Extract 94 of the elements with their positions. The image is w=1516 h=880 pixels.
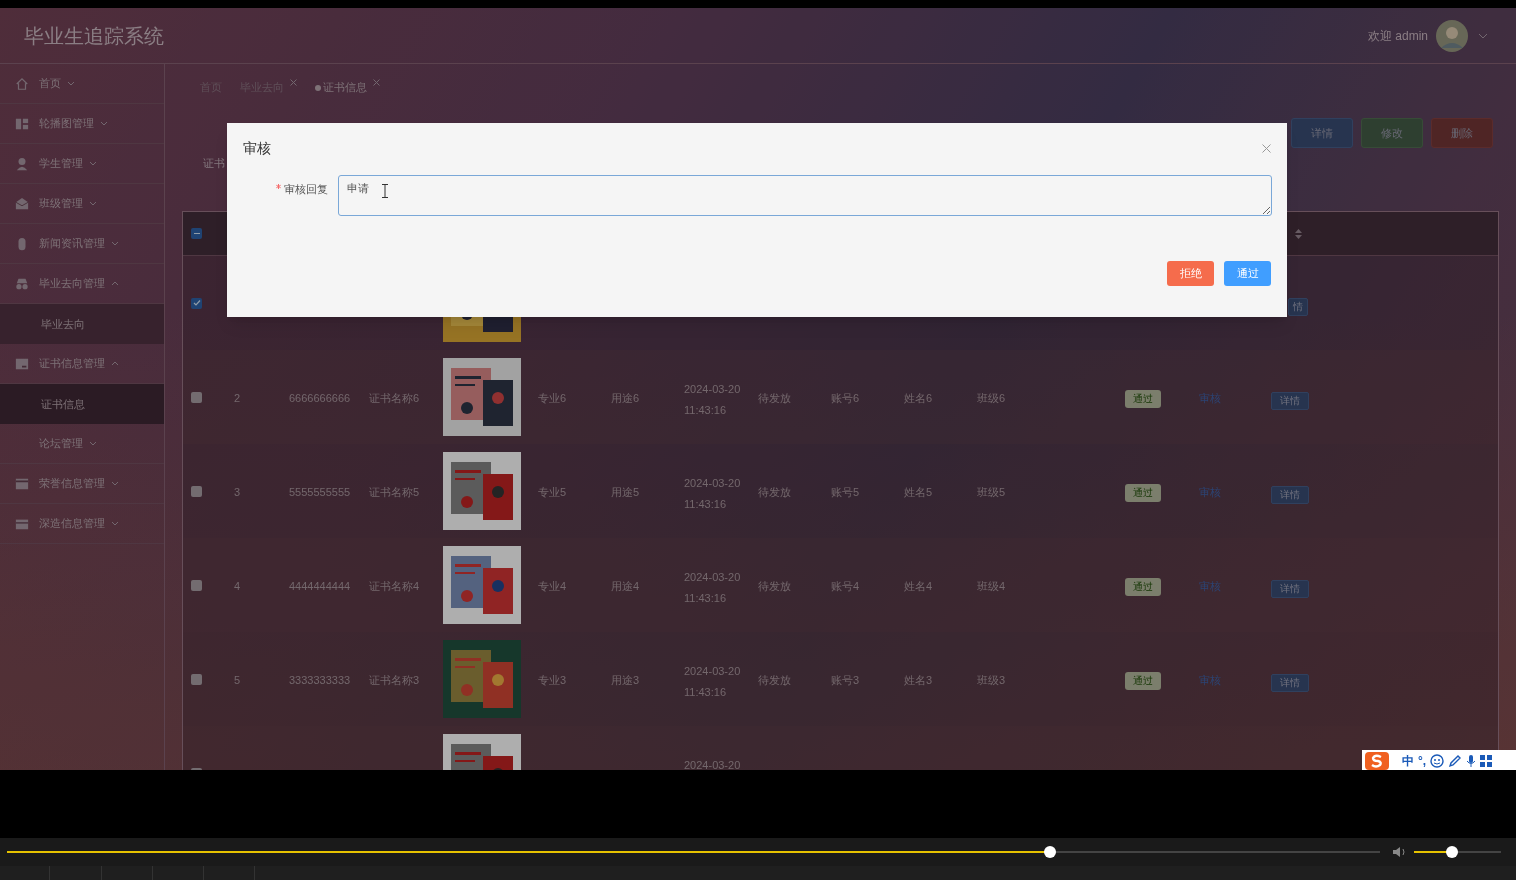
smiley-icon[interactable] — [1430, 754, 1445, 768]
sidebar-item[interactable]: 荣誉信息管理 — [0, 464, 164, 504]
search-label: 证书 — [203, 155, 225, 171]
sidebar-item[interactable]: 轮播图管理 — [0, 104, 164, 144]
table-cell: 6666666666 — [289, 392, 351, 404]
table-cell: 待发放 — [758, 580, 791, 592]
toolbar-button[interactable]: 删除 — [1431, 118, 1493, 148]
toolbar-button[interactable]: 修改 — [1361, 118, 1423, 148]
table-cell-text: 11:43:16 — [684, 590, 727, 606]
table-cell: 姓名4 — [904, 580, 933, 592]
sidebar-subitem[interactable]: 毕业去向 — [0, 304, 164, 344]
grid-icon[interactable] — [1480, 755, 1493, 767]
detail-button[interactable]: 详情 — [1271, 485, 1309, 504]
review-link[interactable]: 审核 — [1199, 486, 1221, 498]
table-cell: 用途5 — [611, 486, 640, 498]
sidebar-item[interactable]: 首页 — [0, 64, 164, 104]
volume-track[interactable] — [1414, 846, 1501, 858]
review-link[interactable]: 审核 — [1199, 392, 1221, 404]
table-cell: 用途6 — [611, 392, 640, 404]
table-cell: 待发放 — [758, 486, 791, 498]
sidebar-item[interactable]: 论坛管理 — [0, 424, 164, 464]
row-checkbox[interactable] — [191, 579, 202, 591]
table-cell-text: 11:43:16 — [684, 402, 727, 418]
incognito-icon — [15, 276, 29, 291]
table-cell-text: 2024-03-20 — [684, 758, 742, 770]
dialog-title: 审核 — [243, 138, 271, 158]
close-icon[interactable] — [1262, 143, 1271, 153]
row-checkbox[interactable] — [191, 297, 202, 309]
table-cell: 2 — [234, 392, 241, 404]
status-tag: 通过 — [1125, 578, 1161, 596]
table-cell: 待发放 — [758, 392, 791, 404]
sort-icon[interactable] — [1295, 228, 1302, 239]
progress-handle[interactable] — [1044, 846, 1057, 858]
table-cell: 4444444444 — [289, 580, 351, 592]
status-tag: 通过 — [1125, 672, 1161, 690]
reply-field[interactable]: 申请 — [338, 175, 1272, 216]
table-cell: 4 — [234, 580, 241, 592]
table-cell: 姓名3 — [904, 674, 933, 686]
dialog-button[interactable]: 拒绝 — [1167, 261, 1214, 286]
chevron-down-icon[interactable] — [1478, 32, 1488, 39]
sidebar-subitem[interactable]: 证书信息 — [0, 384, 164, 424]
volume-icon[interactable] — [1392, 846, 1408, 858]
detail-button[interactable]: 详情 — [1271, 673, 1309, 692]
ime-button[interactable]: 中 — [1402, 752, 1414, 770]
card-icon — [15, 476, 29, 491]
microphone-icon[interactable] — [1466, 754, 1477, 768]
avatar[interactable] — [1436, 19, 1468, 52]
card-icon — [15, 356, 29, 371]
table-cell: 专业3 — [538, 674, 567, 686]
table-cell: 5 — [234, 674, 241, 686]
pen-icon[interactable] — [1448, 754, 1463, 768]
detail-button[interactable]: 详情 — [1271, 579, 1309, 598]
user-icon — [15, 156, 29, 171]
table-cell-text: 11:43:16 — [684, 684, 727, 700]
ime-button[interactable]: °, — [1418, 752, 1427, 770]
review-link[interactable]: 审核 — [1199, 674, 1221, 686]
sidebar-item[interactable]: 新闻资讯管理 — [0, 224, 164, 264]
status-tag: 通过 — [1125, 484, 1161, 502]
sidebar-item[interactable]: 学生管理 — [0, 144, 164, 184]
dashboard-icon — [15, 116, 29, 131]
detail-button[interactable]: 情 — [1288, 297, 1308, 316]
status-tag: 通过 — [1125, 390, 1161, 408]
table-cell: 专业4 — [538, 580, 567, 592]
close-tab-icon[interactable] — [373, 78, 380, 86]
table-cell: 姓名5 — [904, 486, 933, 498]
table-cell-text: 11:43:16 — [684, 496, 727, 512]
welcome-text: 欢迎 admin — [1367, 27, 1428, 45]
select-all-checkbox[interactable] — [191, 228, 202, 239]
row-checkbox[interactable] — [191, 673, 202, 685]
text-cursor-icon — [382, 184, 388, 198]
row-checkbox[interactable] — [191, 485, 202, 497]
table-cell-text: 2024-03-20 — [684, 570, 742, 585]
review-link[interactable]: 审核 — [1199, 580, 1221, 592]
table-cell-text: 2024-03-20 — [684, 382, 742, 397]
close-tab-icon[interactable] — [290, 78, 297, 86]
table-cell: 专业6 — [538, 392, 567, 404]
home-icon — [15, 76, 29, 91]
dialog-button[interactable]: 通过 — [1224, 261, 1271, 286]
row-checkbox[interactable] — [191, 391, 202, 403]
field-label: 审核回复 — [284, 182, 328, 197]
envelope-icon — [15, 196, 29, 211]
app-title: 毕业生追踪系统 — [24, 23, 164, 49]
detail-button[interactable]: 详情 — [1271, 391, 1309, 410]
table-cell-text: 2024-03-20 — [684, 664, 742, 679]
table-cell: 姓名6 — [904, 392, 933, 404]
table-cell: 3 — [234, 486, 241, 498]
table-cell: 3333333333 — [289, 674, 351, 686]
table-cell: 专业5 — [538, 486, 567, 498]
volume-handle[interactable] — [1446, 846, 1459, 858]
table-cell-text: 2024-03-20 — [684, 476, 742, 491]
ime-logo-icon[interactable] — [1364, 751, 1390, 770]
progress-track[interactable] — [7, 846, 1380, 858]
table-cell: 待发放 — [758, 674, 791, 686]
table-cell: 5555555555 — [289, 486, 351, 498]
